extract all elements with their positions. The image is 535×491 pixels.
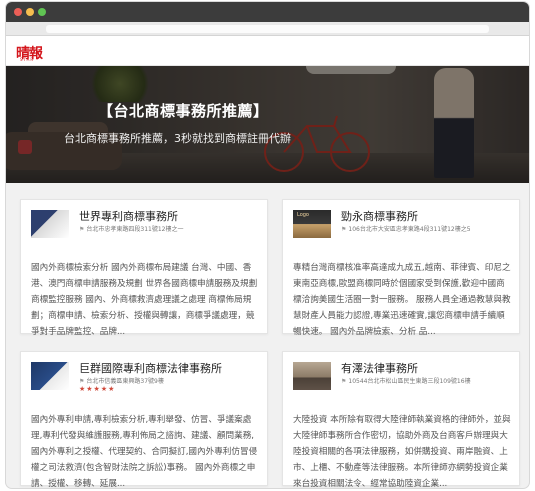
site-logo[interactable]: 晴報 STAR	[16, 43, 52, 62]
location-flag-icon: ⚑	[79, 378, 85, 385]
title-bar	[6, 2, 529, 22]
rating-stars: ★★★★★	[79, 385, 116, 393]
firm-card[interactable]: Logo 勁永商標事務所 ⚑ 106台北市大安區忠孝東路4段311號12樓之5 專…	[282, 199, 520, 337]
location-flag-icon: ⚑	[341, 378, 347, 385]
firm-name[interactable]: 世界專利商標事務所	[79, 208, 178, 224]
firm-card[interactable]: 世界專利商標事務所 ⚑ 台北市忠孝東路四段311號12樓之一 國內外商標檢索分析 …	[20, 199, 268, 337]
firm-thumbnail[interactable]	[31, 210, 69, 238]
firm-name[interactable]: 勁永商標事務所	[341, 208, 418, 224]
firm-card[interactable]: 有澤法律事務所 ⚑ 10544台北市松山區民生東路三段109號16樓 大陸投資 本…	[282, 351, 520, 488]
hero-title: 【台北商標事務所推薦】	[98, 102, 269, 120]
location-flag-icon: ⚑	[341, 226, 347, 233]
firm-thumbnail[interactable]: Logo	[293, 210, 331, 238]
firm-card[interactable]: 巨群國際專利商標法律事務所 ⚑ 台北市信義區東興路37號9樓 ★★★★★ 國內外專…	[20, 351, 268, 488]
close-window-button[interactable]	[14, 8, 22, 16]
site-header: 晴報 STAR	[6, 36, 529, 66]
firm-description: 大陸投資 本所除有取得大陸律師執業資格的律師外，並與大陸律師事務所合作密切，協助…	[293, 415, 511, 488]
firm-description: 國內外專利申請,專利檢索分析,專利舉發、仿冒、爭議案處理,專利代發與維護服務,專…	[31, 415, 258, 488]
firm-description: 專精台灣商標核准率高達成九成五,越南、菲律賓、印尼之東南亞商標,歐盟商標同時於個…	[293, 263, 511, 337]
url-field[interactable]	[46, 25, 489, 33]
firm-description: 國內外商標檢索分析 國內外商標布局建議 台灣、中國、香港、澳門商標申請服務及規劃…	[31, 263, 258, 337]
firm-name[interactable]: 有澤法律事務所	[341, 360, 418, 376]
firm-address: ⚑ 106台北市大安區忠孝東路4段311號12樓之5	[341, 226, 471, 233]
firm-thumbnail[interactable]	[293, 362, 331, 390]
browser-window: 晴報 STAR 【台北商標事務所推薦】 台北商標事務所推薦，3秒就找到商標註冊代…	[6, 2, 529, 488]
hero-banner: 【台北商標事務所推薦】 台北商標事務所推薦，3秒就找到商標註冊代辦	[6, 66, 529, 183]
firm-name[interactable]: 巨群國際專利商標法律事務所	[79, 360, 222, 376]
minimize-window-button[interactable]	[26, 8, 34, 16]
firm-address: ⚑ 台北市忠孝東路四段311號12樓之一	[79, 226, 184, 233]
firm-address: ⚑ 台北市信義區東興路37號9樓	[79, 378, 164, 385]
logo-subtext: STAR	[20, 57, 35, 62]
firm-thumbnail[interactable]	[31, 362, 69, 390]
hero-subtitle: 台北商標事務所推薦，3秒就找到商標註冊代辦	[64, 132, 291, 145]
location-flag-icon: ⚑	[79, 226, 85, 233]
maximize-window-button[interactable]	[38, 8, 46, 16]
thumbnail-logo-text: Logo	[297, 212, 309, 218]
address-bar	[6, 22, 529, 36]
firm-address: ⚑ 10544台北市松山區民生東路三段109號16樓	[341, 378, 471, 385]
